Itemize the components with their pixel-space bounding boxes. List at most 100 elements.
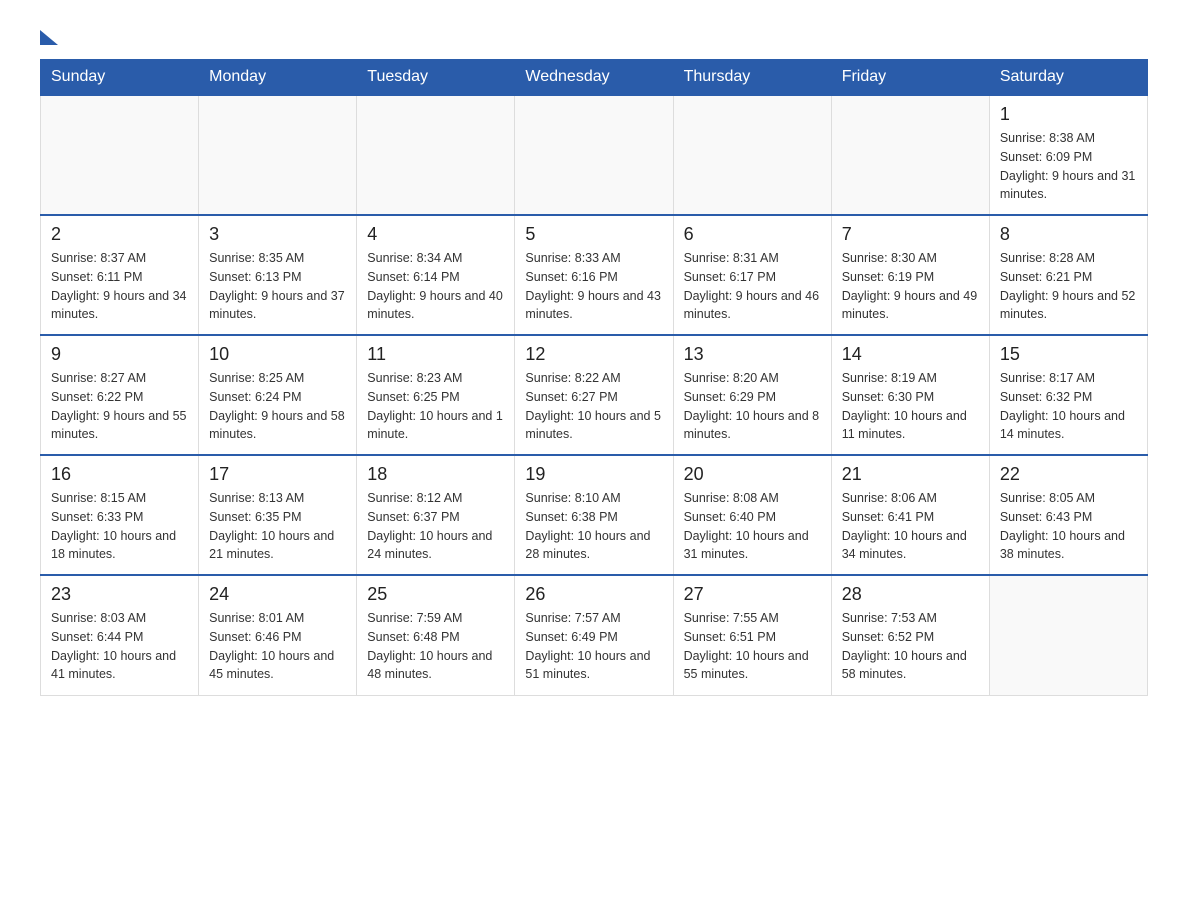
calendar-cell: 27 Sunrise: 7:55 AM Sunset: 6:51 PM Dayli… (673, 575, 831, 695)
day-info: Sunrise: 8:10 AM Sunset: 6:38 PM Dayligh… (525, 489, 662, 564)
day-info: Sunrise: 8:01 AM Sunset: 6:46 PM Dayligh… (209, 609, 346, 684)
day-of-week-header: Saturday (989, 60, 1147, 96)
calendar-cell: 13 Sunrise: 8:20 AM Sunset: 6:29 PM Dayli… (673, 335, 831, 455)
calendar-table: SundayMondayTuesdayWednesdayThursdayFrid… (40, 59, 1148, 696)
calendar-cell: 26 Sunrise: 7:57 AM Sunset: 6:49 PM Dayli… (515, 575, 673, 695)
day-number: 21 (842, 464, 979, 485)
day-info: Sunrise: 7:59 AM Sunset: 6:48 PM Dayligh… (367, 609, 504, 684)
calendar-cell: 19 Sunrise: 8:10 AM Sunset: 6:38 PM Dayli… (515, 455, 673, 575)
calendar-cell: 6Sunrise: 8:31 AM Sunset: 6:17 PM Daylig… (673, 215, 831, 335)
day-info: Sunrise: 8:31 AM Sunset: 6:17 PM Dayligh… (684, 249, 821, 324)
day-info: Sunrise: 8:19 AM Sunset: 6:30 PM Dayligh… (842, 369, 979, 444)
calendar-cell (673, 95, 831, 215)
page-header (40, 30, 1148, 39)
calendar-cell: 9 Sunrise: 8:27 AM Sunset: 6:22 PM Daylig… (41, 335, 199, 455)
day-number: 22 (1000, 464, 1137, 485)
day-number: 13 (684, 344, 821, 365)
day-info: Sunrise: 8:33 AM Sunset: 6:16 PM Dayligh… (525, 249, 662, 324)
day-number: 28 (842, 584, 979, 605)
calendar-cell: 8 Sunrise: 8:28 AM Sunset: 6:21 PM Daylig… (989, 215, 1147, 335)
day-info: Sunrise: 7:55 AM Sunset: 6:51 PM Dayligh… (684, 609, 821, 684)
calendar-week-row: 9 Sunrise: 8:27 AM Sunset: 6:22 PM Daylig… (41, 335, 1148, 455)
day-number: 10 (209, 344, 346, 365)
day-info: Sunrise: 8:20 AM Sunset: 6:29 PM Dayligh… (684, 369, 821, 444)
day-of-week-header: Friday (831, 60, 989, 96)
day-info: Sunrise: 8:23 AM Sunset: 6:25 PM Dayligh… (367, 369, 504, 444)
day-number: 5 (525, 224, 662, 245)
day-number: 26 (525, 584, 662, 605)
day-info: Sunrise: 8:15 AM Sunset: 6:33 PM Dayligh… (51, 489, 188, 564)
day-number: 20 (684, 464, 821, 485)
day-number: 2 (51, 224, 188, 245)
day-of-week-header: Monday (199, 60, 357, 96)
day-info: Sunrise: 8:27 AM Sunset: 6:22 PM Dayligh… (51, 369, 188, 444)
logo-arrow-icon (40, 30, 58, 45)
day-info: Sunrise: 7:57 AM Sunset: 6:49 PM Dayligh… (525, 609, 662, 684)
calendar-cell: 17 Sunrise: 8:13 AM Sunset: 6:35 PM Dayli… (199, 455, 357, 575)
day-info: Sunrise: 8:08 AM Sunset: 6:40 PM Dayligh… (684, 489, 821, 564)
calendar-cell: 3 Sunrise: 8:35 AM Sunset: 6:13 PM Daylig… (199, 215, 357, 335)
calendar-cell: 22 Sunrise: 8:05 AM Sunset: 6:43 PM Dayli… (989, 455, 1147, 575)
day-number: 16 (51, 464, 188, 485)
day-number: 7 (842, 224, 979, 245)
calendar-header-row: SundayMondayTuesdayWednesdayThursdayFrid… (41, 60, 1148, 96)
day-number: 11 (367, 344, 504, 365)
day-info: Sunrise: 8:05 AM Sunset: 6:43 PM Dayligh… (1000, 489, 1137, 564)
day-number: 25 (367, 584, 504, 605)
calendar-cell: 16 Sunrise: 8:15 AM Sunset: 6:33 PM Dayli… (41, 455, 199, 575)
day-number: 3 (209, 224, 346, 245)
day-info: Sunrise: 8:22 AM Sunset: 6:27 PM Dayligh… (525, 369, 662, 444)
day-of-week-header: Wednesday (515, 60, 673, 96)
day-number: 1 (1000, 104, 1137, 125)
calendar-cell (989, 575, 1147, 695)
calendar-cell: 12 Sunrise: 8:22 AM Sunset: 6:27 PM Dayli… (515, 335, 673, 455)
calendar-cell: 15Sunrise: 8:17 AM Sunset: 6:32 PM Dayli… (989, 335, 1147, 455)
day-number: 8 (1000, 224, 1137, 245)
day-number: 12 (525, 344, 662, 365)
calendar-cell: 14Sunrise: 8:19 AM Sunset: 6:30 PM Dayli… (831, 335, 989, 455)
day-of-week-header: Thursday (673, 60, 831, 96)
day-info: Sunrise: 8:37 AM Sunset: 6:11 PM Dayligh… (51, 249, 188, 324)
calendar-cell (41, 95, 199, 215)
day-number: 23 (51, 584, 188, 605)
calendar-cell: 11 Sunrise: 8:23 AM Sunset: 6:25 PM Dayli… (357, 335, 515, 455)
day-info: Sunrise: 8:17 AM Sunset: 6:32 PM Dayligh… (1000, 369, 1137, 444)
day-number: 9 (51, 344, 188, 365)
calendar-cell (515, 95, 673, 215)
calendar-cell (199, 95, 357, 215)
calendar-cell: 24 Sunrise: 8:01 AM Sunset: 6:46 PM Dayli… (199, 575, 357, 695)
day-info: Sunrise: 8:12 AM Sunset: 6:37 PM Dayligh… (367, 489, 504, 564)
day-info: Sunrise: 8:06 AM Sunset: 6:41 PM Dayligh… (842, 489, 979, 564)
day-info: Sunrise: 8:34 AM Sunset: 6:14 PM Dayligh… (367, 249, 504, 324)
calendar-week-row: 2 Sunrise: 8:37 AM Sunset: 6:11 PM Daylig… (41, 215, 1148, 335)
day-info: Sunrise: 8:28 AM Sunset: 6:21 PM Dayligh… (1000, 249, 1137, 324)
calendar-cell (831, 95, 989, 215)
calendar-cell: 21 Sunrise: 8:06 AM Sunset: 6:41 PM Dayli… (831, 455, 989, 575)
day-info: Sunrise: 8:13 AM Sunset: 6:35 PM Dayligh… (209, 489, 346, 564)
calendar-week-row: 1 Sunrise: 8:38 AM Sunset: 6:09 PM Daylig… (41, 95, 1148, 215)
calendar-cell: 5 Sunrise: 8:33 AM Sunset: 6:16 PM Daylig… (515, 215, 673, 335)
day-number: 27 (684, 584, 821, 605)
calendar-cell: 28Sunrise: 7:53 AM Sunset: 6:52 PM Dayli… (831, 575, 989, 695)
day-of-week-header: Tuesday (357, 60, 515, 96)
calendar-cell: 1 Sunrise: 8:38 AM Sunset: 6:09 PM Daylig… (989, 95, 1147, 215)
calendar-cell: 20 Sunrise: 8:08 AM Sunset: 6:40 PM Dayli… (673, 455, 831, 575)
day-number: 24 (209, 584, 346, 605)
day-info: Sunrise: 8:38 AM Sunset: 6:09 PM Dayligh… (1000, 129, 1137, 204)
calendar-cell: 18Sunrise: 8:12 AM Sunset: 6:37 PM Dayli… (357, 455, 515, 575)
day-number: 17 (209, 464, 346, 485)
calendar-week-row: 23 Sunrise: 8:03 AM Sunset: 6:44 PM Dayli… (41, 575, 1148, 695)
calendar-cell: 2 Sunrise: 8:37 AM Sunset: 6:11 PM Daylig… (41, 215, 199, 335)
day-info: Sunrise: 8:25 AM Sunset: 6:24 PM Dayligh… (209, 369, 346, 444)
day-number: 19 (525, 464, 662, 485)
day-info: Sunrise: 8:30 AM Sunset: 6:19 PM Dayligh… (842, 249, 979, 324)
calendar-cell: 4 Sunrise: 8:34 AM Sunset: 6:14 PM Daylig… (357, 215, 515, 335)
calendar-cell: 25 Sunrise: 7:59 AM Sunset: 6:48 PM Dayli… (357, 575, 515, 695)
calendar-cell: 7 Sunrise: 8:30 AM Sunset: 6:19 PM Daylig… (831, 215, 989, 335)
day-number: 4 (367, 224, 504, 245)
calendar-cell: 10 Sunrise: 8:25 AM Sunset: 6:24 PM Dayli… (199, 335, 357, 455)
calendar-cell (357, 95, 515, 215)
day-info: Sunrise: 8:35 AM Sunset: 6:13 PM Dayligh… (209, 249, 346, 324)
calendar-week-row: 16 Sunrise: 8:15 AM Sunset: 6:33 PM Dayli… (41, 455, 1148, 575)
day-info: Sunrise: 8:03 AM Sunset: 6:44 PM Dayligh… (51, 609, 188, 684)
